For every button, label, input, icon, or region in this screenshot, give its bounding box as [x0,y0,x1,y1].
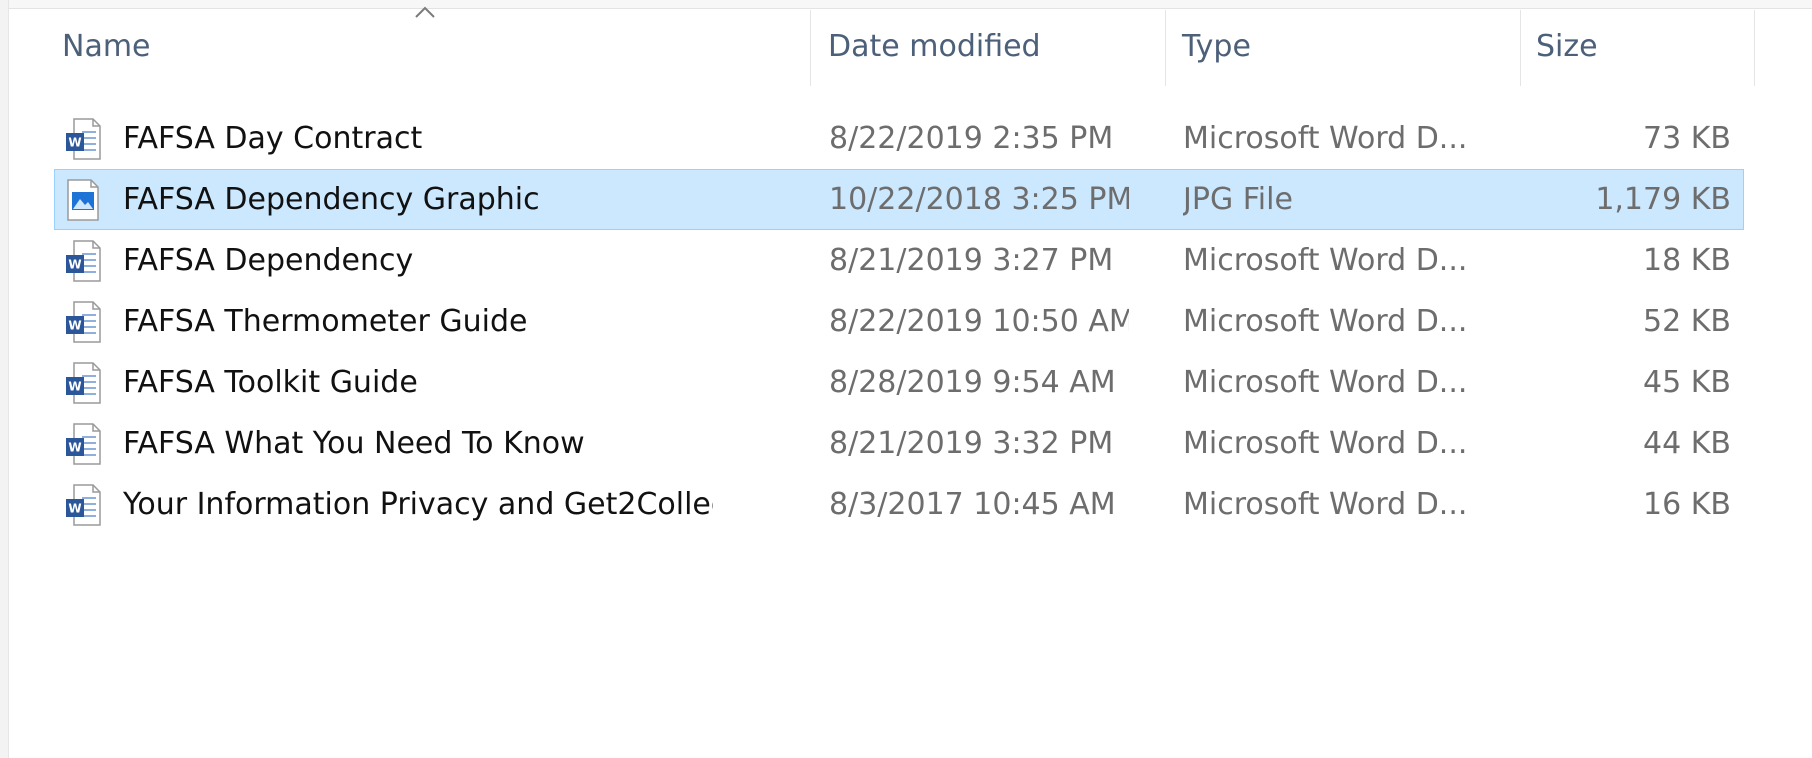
file-size: 1,179 KB [1595,182,1731,217]
file-row[interactable]: W FAFSA Toolkit Guide 8/28/2019 9:54 AM Mi… [54,352,1744,413]
column-header-size[interactable]: Size [1536,10,1756,86]
word-document-icon: W [66,423,101,465]
svg-text:W: W [68,258,81,272]
svg-text:W: W [68,136,81,150]
file-size: 18 KB [1643,243,1731,278]
file-size: 45 KB [1643,365,1731,400]
file-row[interactable]: W FAFSA What You Need To Know 8/21/2019 3… [54,413,1744,474]
svg-text:W: W [68,380,81,394]
column-header-name[interactable]: Name [62,10,822,86]
file-name: FAFSA Day Contract [123,121,423,156]
file-name: Your Information Privacy and Get2Colleg.… [123,487,713,522]
file-size: 44 KB [1643,426,1731,461]
svg-text:W: W [68,441,81,455]
word-document-icon: W [66,301,101,343]
file-name: FAFSA What You Need To Know [123,426,585,461]
file-size: 73 KB [1643,121,1731,156]
file-name: FAFSA Dependency Graphic [123,182,540,217]
word-document-icon: W [66,240,101,282]
column-header-bar: Name Date modified Type Size [10,10,1812,86]
image-file-icon [67,179,99,221]
file-name: FAFSA Dependency [123,243,414,278]
word-document-icon: W [66,484,101,526]
file-name: FAFSA Toolkit Guide [123,365,418,400]
file-date-modified: 10/22/2018 3:25 PM [829,182,1129,217]
word-document-icon: W [66,118,101,160]
file-date-modified: 8/21/2019 3:32 PM [829,426,1114,461]
column-header-date[interactable]: Date modified [828,10,1178,86]
word-document-icon: W [66,362,101,404]
column-header-date-label: Date modified [828,28,1041,64]
navigation-pane-edge [0,0,9,758]
file-date-modified: 8/28/2019 9:54 AM [829,365,1116,400]
file-row[interactable]: W FAFSA Thermometer Guide 8/22/2019 10:50… [54,291,1744,352]
column-header-type[interactable]: Type [1182,10,1522,86]
file-row[interactable]: FAFSA Dependency Graphic 10/22/2018 3:25 … [54,169,1744,230]
file-size: 52 KB [1643,304,1731,339]
file-row[interactable]: W FAFSA Day Contract 8/22/2019 2:35 PM Mic… [54,108,1744,169]
column-resize-handle-size[interactable] [1754,10,1755,86]
column-header-type-label: Type [1182,28,1251,64]
file-date-modified: 8/22/2019 2:35 PM [829,121,1114,156]
file-date-modified: 8/22/2019 10:50 AM [829,304,1129,339]
svg-text:W: W [68,319,81,333]
svg-text:W: W [68,502,81,516]
top-edge [0,0,1812,9]
column-resize-handle-date[interactable] [1165,10,1166,86]
file-row[interactable]: W FAFSA Dependency 8/21/2019 3:27 PM Micro… [54,230,1744,291]
file-name: FAFSA Thermometer Guide [123,304,528,339]
column-header-size-label: Size [1536,28,1598,64]
column-resize-handle-name[interactable] [810,10,811,86]
column-resize-handle-type[interactable] [1520,10,1521,86]
file-explorer-details-view: Name Date modified Type Size W FAFSA Day… [0,0,1812,758]
file-date-modified: 8/3/2017 10:45 AM [829,487,1116,522]
file-size: 16 KB [1643,487,1731,522]
column-header-name-label: Name [62,28,151,64]
file-row[interactable]: W Your Information Privacy and Get2Colle… [54,474,1744,535]
file-date-modified: 8/21/2019 3:27 PM [829,243,1114,278]
